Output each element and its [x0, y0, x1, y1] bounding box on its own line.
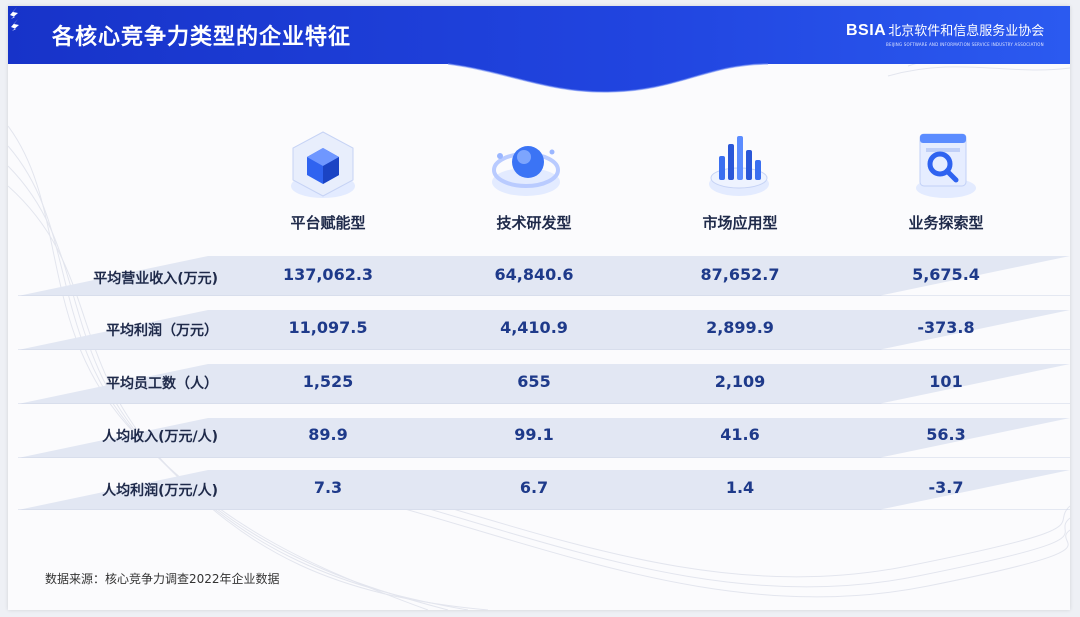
- header-bar: 各核心竞争力类型的企业特征 BSIA 北京软件和信息服务业协会 BEIJING S…: [8, 6, 1070, 93]
- table-cell: 6.7: [519, 478, 549, 497]
- explore-search-icon: [916, 133, 976, 198]
- table-cell: -373.8: [917, 318, 975, 337]
- table-cell: 655: [517, 372, 551, 391]
- col-header-market: 市场应用型: [702, 214, 778, 232]
- table-cell: 11,097.5: [288, 318, 368, 337]
- title-bullet-icon: [10, 7, 19, 31]
- platform-cube-icon: [291, 131, 355, 198]
- table-cell: 64,840.6: [494, 265, 574, 284]
- table-cell: 99.1: [514, 425, 554, 444]
- table-cell: 56.3: [926, 425, 966, 444]
- col-header-explore: 业务探索型: [908, 214, 984, 232]
- table-cell: 89.9: [308, 425, 348, 444]
- page-title: 各核心竞争力类型的企业特征: [52, 25, 352, 50]
- table-cell: 7.3: [313, 478, 343, 497]
- table-cell: 137,062.3: [282, 265, 374, 284]
- table-cell: 4,410.9: [500, 318, 568, 337]
- table-cell: 2,899.9: [706, 318, 774, 337]
- row-label-per-capita-revenue: 人均收入(万元/人): [102, 429, 218, 445]
- row-label-avg-profit: 平均利润（万元）: [106, 323, 218, 339]
- bsia-logo: BSIA 北京软件和信息服务业协会 BEIJING SOFTWARE AND IN…: [846, 20, 1045, 47]
- row-label-avg-revenue: 平均营业收入(万元): [93, 271, 218, 287]
- table-cell: -3.7: [928, 478, 964, 497]
- table-cell: 1,525: [302, 372, 354, 391]
- table-cell: 5,675.4: [912, 265, 980, 284]
- table-cell: 41.6: [720, 425, 760, 444]
- logo-cn-name: 北京软件和信息服务业协会: [888, 24, 1045, 39]
- market-bars-icon: [709, 136, 769, 196]
- table-cell: 2,109: [714, 372, 766, 391]
- table-cell: 1.4: [725, 478, 755, 497]
- table-cell: 87,652.7: [700, 265, 780, 284]
- slide: 各核心竞争力类型的企业特征 BSIA 北京软件和信息服务业协会 BEIJING S…: [8, 6, 1070, 610]
- table-cell: 101: [929, 372, 963, 391]
- logo-mark: BSIA: [846, 22, 887, 39]
- data-source-note: 数据来源：核心竞争力调查2022年企业数据: [45, 572, 280, 586]
- tech-orb-icon: [492, 146, 560, 196]
- row-label-per-capita-profit: 人均利润(万元/人): [102, 483, 218, 499]
- col-header-tech: 技术研发型: [496, 214, 572, 232]
- row-label-avg-employees: 平均员工数（人）: [106, 376, 218, 392]
- logo-en-name: BEIJING SOFTWARE AND INFORMATION SERVICE…: [886, 42, 1044, 47]
- col-header-platform: 平台赋能型: [290, 214, 366, 232]
